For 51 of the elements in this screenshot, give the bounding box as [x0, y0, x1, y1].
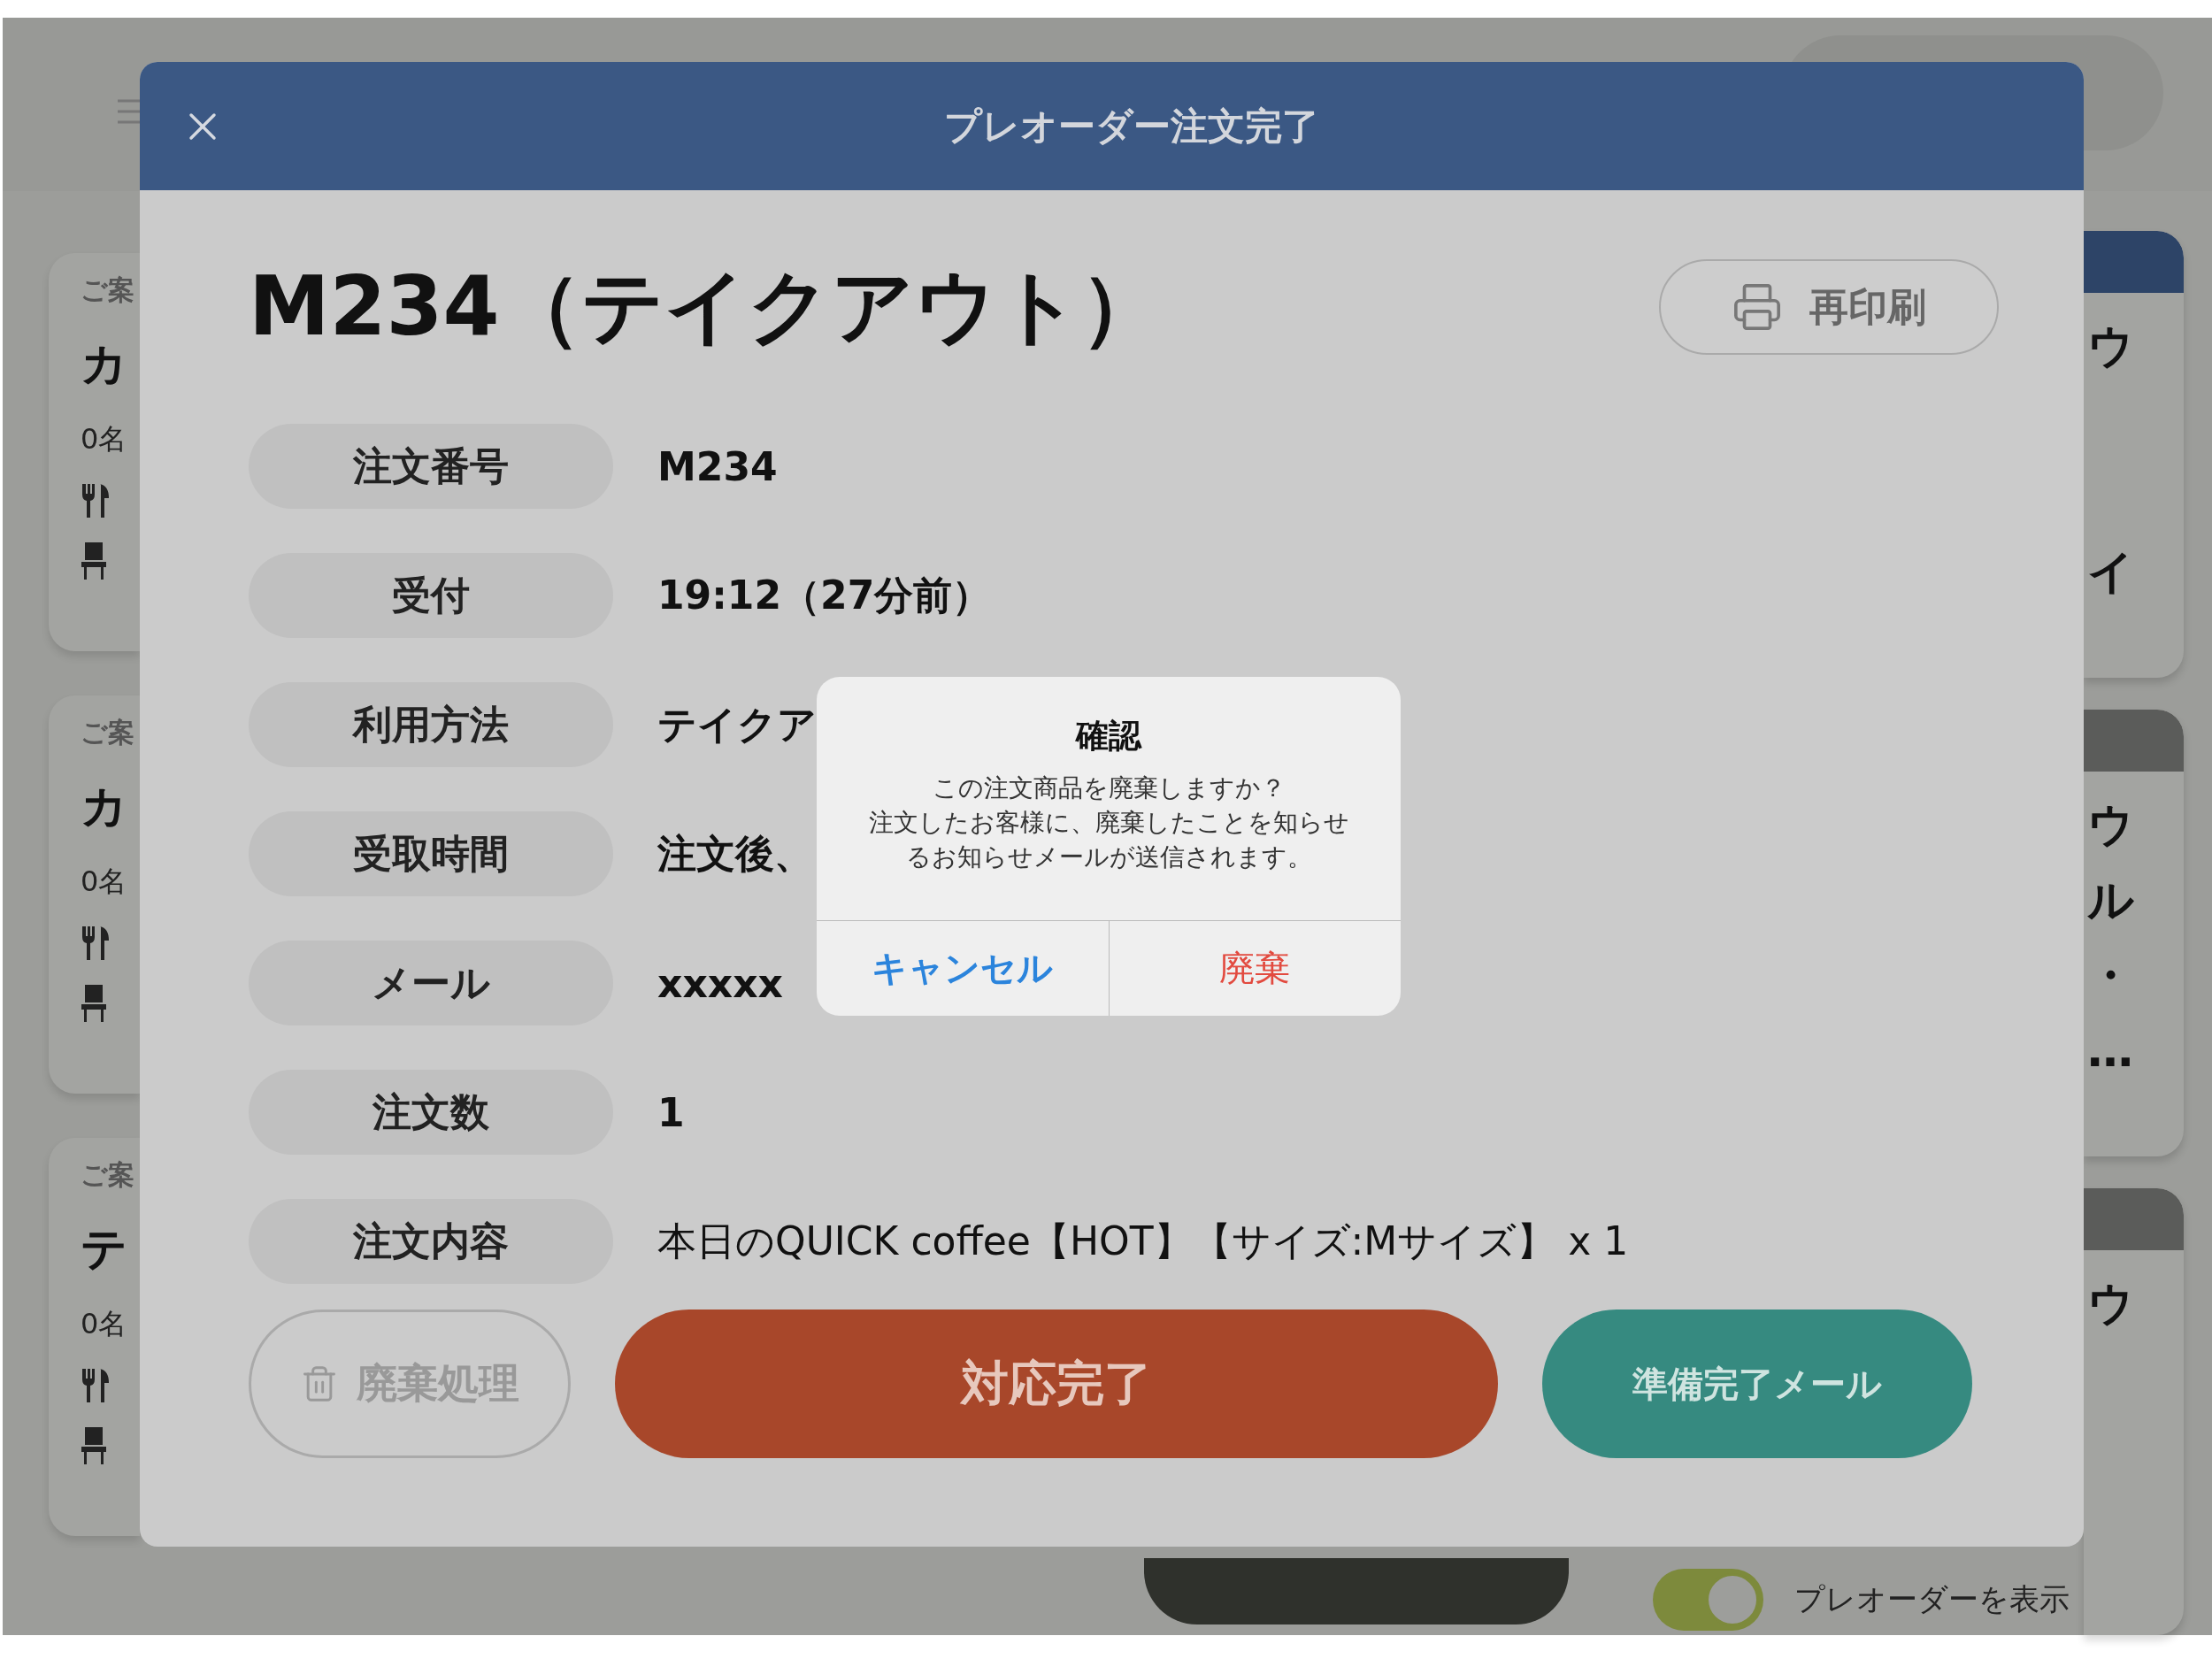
field-label: 注文数: [249, 1070, 613, 1155]
field-value: 19:12（27分前）: [657, 571, 992, 619]
order-card[interactable]: ご案 カ 0名: [49, 253, 140, 651]
guest-count: 0名: [81, 864, 128, 900]
dialog-title: プレオーダー注文完了: [944, 103, 1319, 150]
chair-icon: [81, 985, 107, 1022]
fork-knife-icon: [81, 1369, 111, 1402]
chair-icon: [81, 1427, 107, 1464]
card-text: ウ: [2087, 1277, 2135, 1330]
card-heading: ご案: [81, 1158, 135, 1192]
card-title: テ: [81, 1221, 128, 1277]
printer-icon: [1732, 281, 1783, 333]
field-value: 注文後、: [657, 829, 813, 878]
fork-knife-icon: [81, 484, 111, 518]
field-value: M234: [657, 443, 778, 489]
card-text: ・: [2087, 949, 2134, 1002]
fork-knife-icon: [81, 926, 111, 960]
guest-count: 0名: [81, 421, 128, 457]
complete-button[interactable]: 対応完了: [615, 1310, 1498, 1458]
card-text: イ: [2087, 545, 2135, 598]
card-heading: ご案: [81, 716, 135, 749]
card-title: カ: [81, 336, 128, 392]
card-text: ウ: [2087, 319, 2135, 373]
card-text: …: [2087, 1024, 2134, 1077]
order-card[interactable]: ご案 カ 0名: [49, 695, 140, 1094]
field-label: 受付: [249, 553, 613, 638]
field-label: 利用方法: [249, 682, 613, 767]
order-card[interactable]: ご案 テ 0名: [49, 1138, 140, 1536]
order-card[interactable]: ウ ル ・ …: [2084, 710, 2184, 1156]
reprint-button[interactable]: 再印刷: [1659, 259, 1999, 355]
order-heading: M234（テイクアウト）: [249, 258, 1162, 356]
card-text: ル: [2087, 873, 2135, 926]
alert-title: 確認: [1076, 716, 1141, 757]
alert-message: 注文したお客様に、廃棄したことを知らせるお知らせメールが送信されます。: [867, 807, 1350, 874]
field-label: 受取時間: [249, 811, 613, 896]
field-label: 注文番号: [249, 424, 613, 509]
field-value: 1: [657, 1089, 685, 1135]
field-label: メール: [249, 941, 613, 1025]
field-value: xxxxx: [657, 960, 783, 1006]
order-card[interactable]: ウ イ: [2084, 231, 2184, 678]
field-value: テイクア: [657, 700, 817, 749]
card-title: カ: [81, 779, 128, 834]
toggle-label: プレオーダーを表示: [1794, 1580, 2070, 1618]
guest-count: 0名: [81, 1306, 128, 1342]
order-card[interactable]: ウ: [2084, 1188, 2184, 1635]
card-text: ウ: [2087, 798, 2135, 851]
field-label: 注文内容: [249, 1199, 613, 1284]
field-value: 本日のQUICK coffee【HOT】【サイズ:Mサイズ】 x 1: [657, 1217, 1629, 1265]
alert-message: この注文商品を廃棄しますか？: [932, 772, 1286, 804]
chair-icon: [81, 542, 107, 580]
card-heading: ご案: [81, 273, 135, 307]
